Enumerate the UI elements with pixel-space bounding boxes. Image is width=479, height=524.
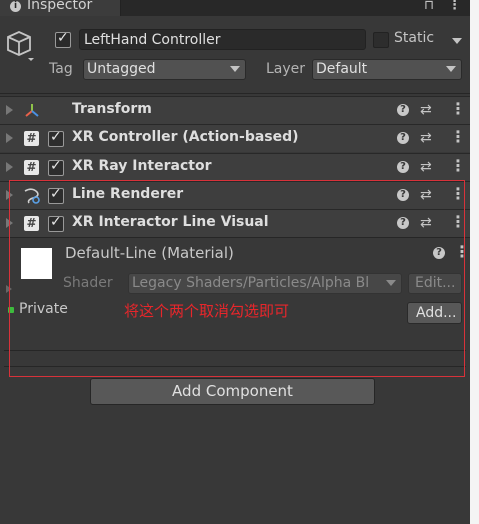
tag-dropdown[interactable]: Untagged <box>83 59 246 80</box>
static-checkbox[interactable] <box>373 32 389 48</box>
chevron-down-icon <box>446 66 456 72</box>
foldout-arrow-icon[interactable] <box>6 133 13 143</box>
transform-icon <box>25 104 39 117</box>
foldout-arrow-icon[interactable] <box>6 105 13 115</box>
component-title: XR Controller (Action-based) <box>72 129 299 145</box>
component-menu-icon[interactable]: ⋮ <box>450 156 466 175</box>
tab-inspector[interactable]: i Inspector <box>0 0 121 16</box>
annotation-highlight-box <box>9 180 465 377</box>
presets-icon[interactable]: ⇄ <box>420 130 432 146</box>
component-enabled-checkbox[interactable] <box>48 129 64 147</box>
gameobject-name-field[interactable]: LeftHand Controller <box>79 29 366 50</box>
presets-icon[interactable]: ⇄ <box>420 159 432 175</box>
component-title: Transform <box>72 101 152 117</box>
menu-dots-icon[interactable]: ⋮ <box>448 0 461 13</box>
gameobject-cube-icon <box>7 31 34 61</box>
layer-label: Layer <box>266 61 306 77</box>
tag-label: Tag <box>49 61 73 77</box>
component-menu-icon[interactable]: ⋮ <box>450 127 466 146</box>
foldout-arrow-icon[interactable] <box>6 162 13 172</box>
help-icon[interactable]: ? <box>397 104 409 116</box>
lock-icon[interactable]: ⊓ <box>424 0 434 13</box>
component-transform[interactable]: Transform ? ⇄ ⋮ <box>0 96 470 124</box>
info-icon: i <box>10 1 21 12</box>
tag-value: Untagged <box>87 61 156 77</box>
script-icon: # <box>24 131 39 146</box>
chevron-down-icon <box>230 66 240 72</box>
script-icon: # <box>24 160 39 175</box>
component-enabled-checkbox[interactable] <box>48 158 64 176</box>
static-label: Static <box>394 30 435 46</box>
component-xr-ray-interactor[interactable]: # XR Ray Interactor ? ⇄ ⋮ <box>0 153 470 181</box>
scrollbar[interactable] <box>470 0 479 524</box>
static-dropdown-arrow-icon[interactable] <box>452 38 462 44</box>
component-xr-controller[interactable]: # XR Controller (Action-based) ? ⇄ ⋮ <box>0 124 470 152</box>
component-menu-icon[interactable]: ⋮ <box>450 99 466 118</box>
layer-value: Default <box>316 61 368 77</box>
active-checkbox[interactable] <box>55 30 71 48</box>
layer-dropdown[interactable]: Default <box>312 59 462 80</box>
header-divider <box>0 93 470 94</box>
help-icon[interactable]: ? <box>397 161 409 173</box>
add-component-button[interactable]: Add Component <box>90 378 375 405</box>
tab-label: Inspector <box>27 0 93 13</box>
help-icon[interactable]: ? <box>397 132 409 144</box>
presets-icon[interactable]: ⇄ <box>420 102 432 118</box>
component-title: XR Ray Interactor <box>72 158 212 174</box>
